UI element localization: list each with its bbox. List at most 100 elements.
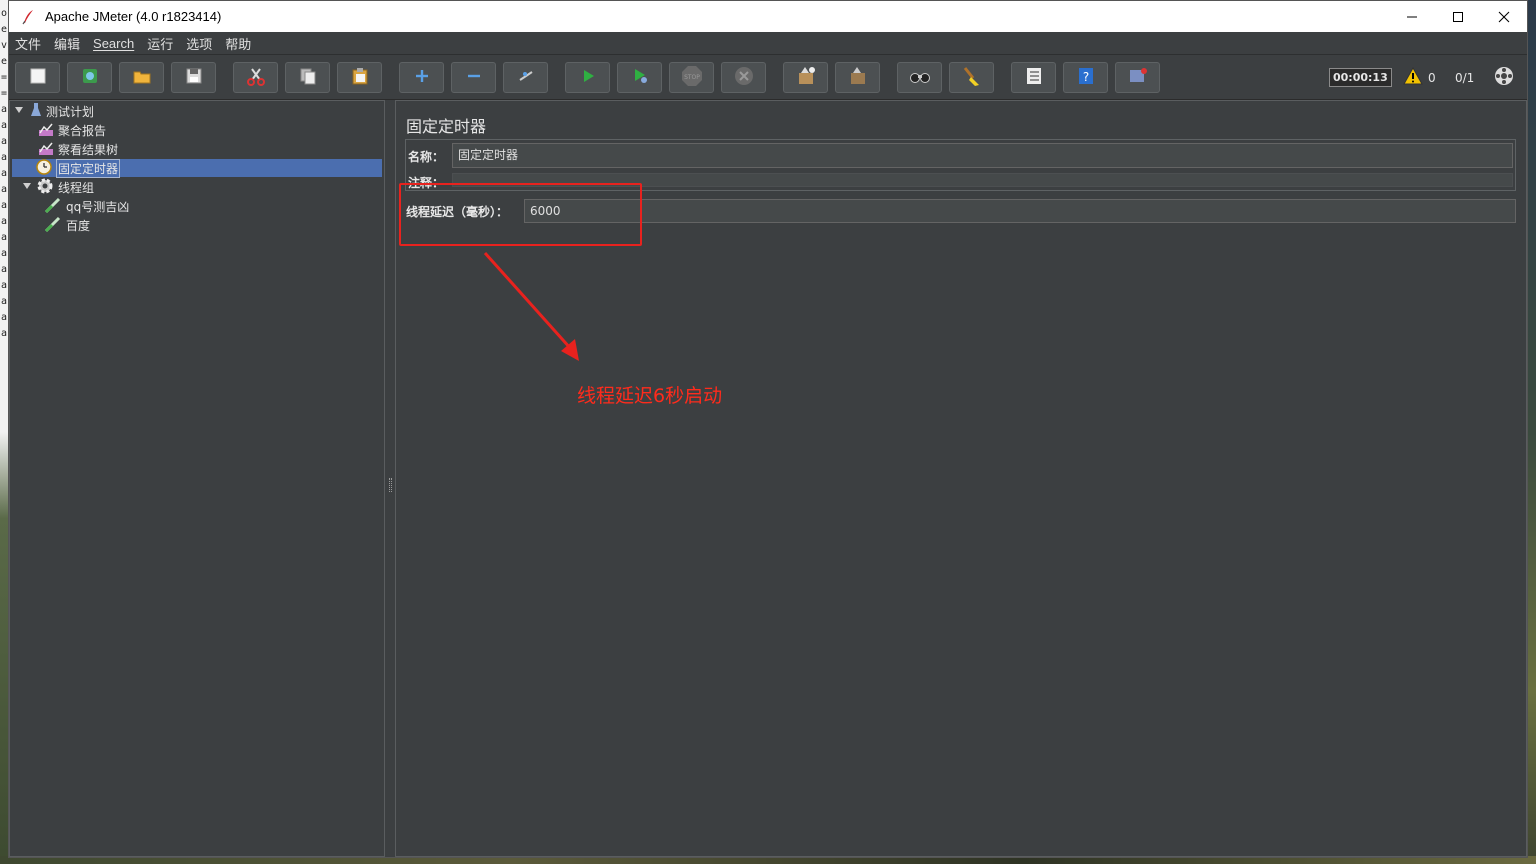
desktop-char: a bbox=[1, 184, 8, 195]
sampler-icon bbox=[44, 215, 62, 236]
svg-text:?: ? bbox=[1082, 70, 1088, 84]
function-helper-icon bbox=[1024, 66, 1044, 89]
menu-help[interactable]: 帮助 bbox=[225, 34, 251, 53]
warning-icon[interactable] bbox=[1403, 66, 1423, 88]
help-icon: ? bbox=[1076, 66, 1096, 89]
paste-icon bbox=[350, 66, 370, 89]
desktop-char: a bbox=[1, 152, 8, 163]
shutdown-button[interactable] bbox=[721, 62, 766, 93]
menu-edit[interactable]: 编辑 bbox=[54, 34, 80, 53]
name-label: 名称： bbox=[408, 150, 445, 164]
tree-item-aggregate-report[interactable]: 聚合报告 bbox=[38, 121, 106, 139]
tree-item-label: 察看结果树 bbox=[58, 142, 119, 157]
remote-start-all-button[interactable] bbox=[783, 62, 828, 93]
thread-count-area: 0/1 bbox=[1455, 55, 1474, 100]
desktop-char: a bbox=[1, 232, 8, 243]
jmeter-window: Apache JMeter (4.0 r1823414) 文件 编辑 Searc… bbox=[8, 0, 1528, 858]
menu-file[interactable]: 文件 bbox=[15, 34, 41, 53]
tree-item-qq-sampler[interactable]: qq号测吉凶 bbox=[44, 197, 129, 215]
desktop-char: a bbox=[1, 296, 8, 307]
start-button[interactable] bbox=[565, 62, 610, 93]
window-title: Apache JMeter (4.0 r1823414) bbox=[45, 9, 222, 24]
search-button[interactable] bbox=[897, 62, 942, 93]
sampler-icon bbox=[44, 196, 62, 217]
remote-exit-button[interactable] bbox=[1115, 62, 1160, 93]
tree-item-label: 测试计划 bbox=[46, 104, 95, 119]
expand-arrow-icon[interactable] bbox=[22, 180, 32, 194]
stop-button[interactable]: STOP bbox=[669, 62, 714, 93]
remote-status-icon[interactable] bbox=[1493, 65, 1515, 90]
desktop-char: a bbox=[1, 280, 8, 291]
tree-item-view-results-tree[interactable]: 察看结果树 bbox=[38, 140, 118, 158]
thread-group-icon bbox=[36, 177, 54, 198]
remote-stop-icon bbox=[847, 65, 869, 90]
menu-run[interactable]: 运行 bbox=[147, 34, 173, 53]
search-icon bbox=[909, 68, 931, 87]
remote-start-icon bbox=[795, 65, 817, 90]
status-area: 00:00:13 bbox=[1329, 55, 1392, 100]
menu-search[interactable]: Search bbox=[93, 36, 134, 51]
cut-button[interactable] bbox=[233, 62, 278, 93]
tree-item-thread-group[interactable]: 线程组 bbox=[22, 178, 94, 196]
jmeter-feather-icon bbox=[17, 6, 39, 28]
desktop-char: a bbox=[1, 248, 8, 259]
desktop-char: a bbox=[1, 312, 8, 323]
elapsed-timer: 00:00:13 bbox=[1329, 68, 1392, 87]
desktop-char: v bbox=[1, 40, 8, 51]
desktop-char: o bbox=[1, 8, 8, 19]
svg-text:STOP: STOP bbox=[684, 74, 700, 81]
desktop-char: a bbox=[1, 104, 8, 115]
thread-delay-input[interactable]: 6000 bbox=[524, 199, 1516, 223]
tree-item-label: 百度 bbox=[66, 218, 91, 233]
desktop-char: a bbox=[1, 328, 8, 339]
start-icon bbox=[580, 68, 596, 87]
menu-options[interactable]: 选项 bbox=[186, 34, 212, 53]
save-button[interactable] bbox=[171, 62, 216, 93]
expand-icon bbox=[414, 68, 430, 87]
templates-button[interactable] bbox=[67, 62, 112, 93]
start-no-pause-icon bbox=[631, 67, 649, 88]
copy-button[interactable] bbox=[285, 62, 330, 93]
clear-all-button[interactable] bbox=[949, 62, 994, 93]
tree-item-test-plan[interactable]: 测试计划 bbox=[14, 102, 94, 120]
open-button[interactable] bbox=[119, 62, 164, 93]
test-plan-icon bbox=[30, 102, 42, 121]
title-bar: Apache JMeter (4.0 r1823414) bbox=[9, 1, 1527, 32]
desktop-background-left: o e v e = = a a a a a a a a a a a a a a a bbox=[0, 0, 8, 864]
stop-icon: STOP bbox=[681, 65, 703, 90]
test-plan-tree[interactable]: 测试计划 聚合报告 察看结果树 固定定时器 线程组 qq号测吉凶 百度 bbox=[9, 100, 385, 857]
function-helper-button[interactable] bbox=[1011, 62, 1056, 93]
remote-stop-all-button[interactable] bbox=[835, 62, 880, 93]
close-button[interactable] bbox=[1481, 1, 1527, 32]
help-button[interactable]: ? bbox=[1063, 62, 1108, 93]
name-input[interactable]: 固定定时器 bbox=[452, 143, 1513, 168]
desktop-char: a bbox=[1, 264, 8, 275]
start-no-pauses-button[interactable] bbox=[617, 62, 662, 93]
collapse-all-button[interactable] bbox=[451, 62, 496, 93]
toggle-button[interactable] bbox=[503, 62, 548, 93]
tree-item-constant-timer[interactable]: 固定定时器 bbox=[12, 158, 382, 178]
save-icon bbox=[185, 67, 203, 88]
desktop-char: a bbox=[1, 120, 8, 131]
new-button[interactable] bbox=[15, 62, 60, 93]
tree-item-label: 聚合报告 bbox=[58, 123, 107, 138]
desktop-char: = bbox=[1, 88, 8, 99]
desktop-char: a bbox=[1, 168, 8, 179]
expand-arrow-icon[interactable] bbox=[14, 104, 24, 118]
tree-item-label: 线程组 bbox=[58, 180, 95, 195]
desktop-char: e bbox=[1, 24, 8, 35]
tree-item-label: qq号测吉凶 bbox=[66, 199, 130, 214]
tree-item-baidu-sampler[interactable]: 百度 bbox=[44, 216, 90, 234]
minimize-button[interactable] bbox=[1389, 1, 1435, 32]
expand-all-button[interactable] bbox=[399, 62, 444, 93]
listener-icon bbox=[38, 121, 54, 140]
toolbar: STOP ? 00:00:13 0 0/1 bbox=[9, 55, 1527, 100]
panel-title: 固定定时器 bbox=[406, 117, 487, 136]
annotation-arrow-icon bbox=[483, 251, 579, 361]
shutdown-icon bbox=[734, 66, 754, 89]
paste-button[interactable] bbox=[337, 62, 382, 93]
timer-icon bbox=[36, 158, 52, 178]
splitter-grip-icon[interactable] bbox=[389, 478, 392, 492]
remote-exit-icon bbox=[1127, 66, 1149, 89]
maximize-button[interactable] bbox=[1435, 1, 1481, 32]
